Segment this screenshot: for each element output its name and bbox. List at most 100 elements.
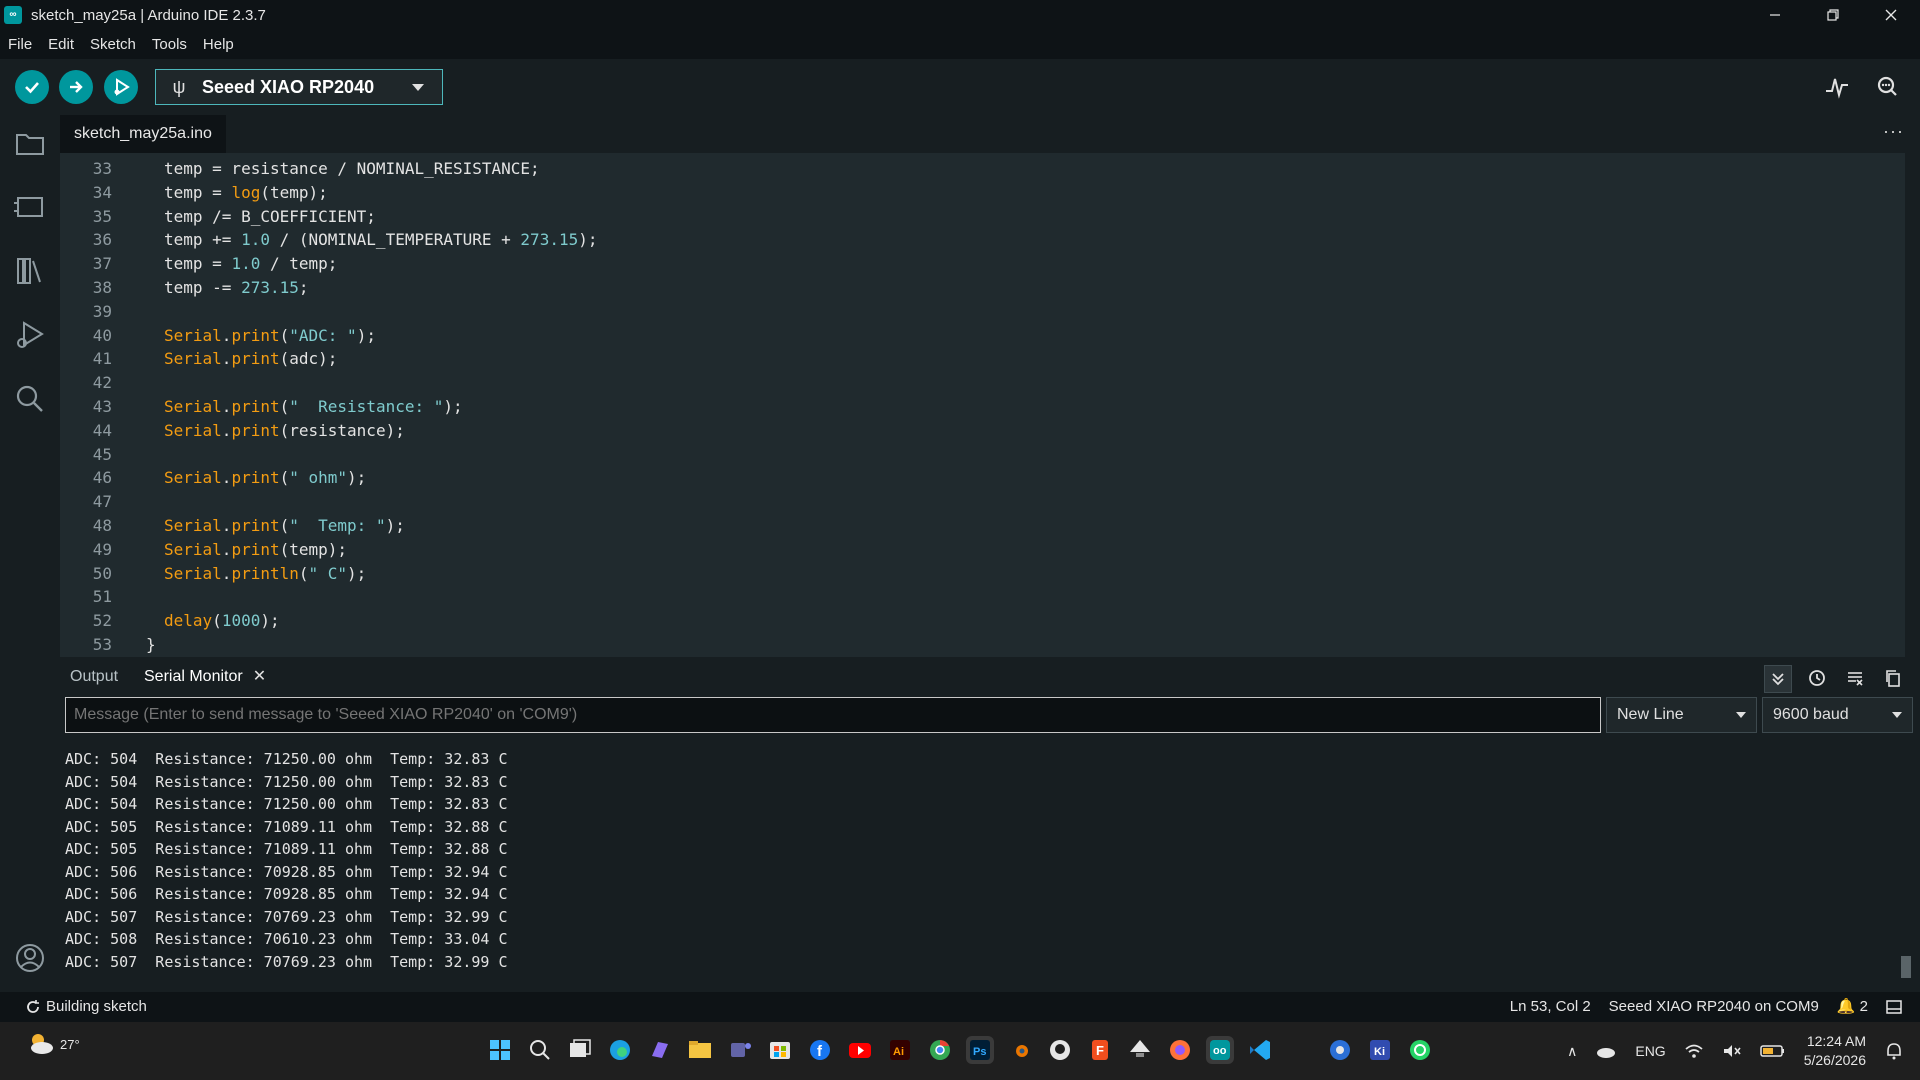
- menu-edit[interactable]: Edit: [40, 36, 82, 53]
- tab-sketch-file[interactable]: sketch_may25a.ino: [60, 115, 226, 153]
- menu-sketch[interactable]: Sketch: [82, 36, 144, 53]
- board-manager-icon[interactable]: [14, 191, 46, 223]
- code-line[interactable]: 46 Serial.print(" ohm");: [60, 466, 1905, 490]
- battery-icon[interactable]: [1759, 1042, 1786, 1060]
- code-line[interactable]: 44 Serial.print(resistance);: [60, 419, 1905, 443]
- code-line[interactable]: 51: [60, 585, 1905, 609]
- verify-button[interactable]: [15, 70, 49, 104]
- tab-serial-monitor[interactable]: Serial Monitor ✕: [136, 657, 275, 699]
- svg-text:F: F: [1096, 1043, 1104, 1058]
- vscode-icon[interactable]: [1246, 1036, 1274, 1064]
- panel-toggle-icon[interactable]: [1886, 999, 1902, 1015]
- code-line[interactable]: 43 Serial.print(" Resistance: ");: [60, 395, 1905, 419]
- upload-button[interactable]: [59, 70, 93, 104]
- wifi-icon[interactable]: [1684, 1042, 1704, 1060]
- chrome-icon[interactable]: [926, 1036, 954, 1064]
- baud-rate-select[interactable]: 9600 baud: [1762, 697, 1913, 733]
- code-line[interactable]: 41 Serial.print(adc);: [60, 347, 1905, 371]
- code-editor[interactable]: 33 temp = resistance / NOMINAL_RESISTANCE…: [60, 153, 1905, 657]
- code-line[interactable]: 37 temp = 1.0 / temp;: [60, 252, 1905, 276]
- inkscape-icon[interactable]: [1126, 1036, 1154, 1064]
- code-line[interactable]: 36 temp += 1.0 / (NOMINAL_TEMPERATURE + 2…: [60, 228, 1905, 252]
- code-line[interactable]: 40 Serial.print("ADC: ");: [60, 324, 1905, 348]
- menu-file[interactable]: File: [0, 36, 40, 53]
- clock[interactable]: 12:24 AM 5/26/2026: [1804, 1032, 1866, 1070]
- start-icon[interactable]: [486, 1036, 514, 1064]
- chevron-up-icon[interactable]: ∧: [1567, 1043, 1577, 1060]
- close-icon[interactable]: ✕: [253, 668, 266, 685]
- code-token: ;: [298, 278, 309, 297]
- search-icon[interactable]: [14, 383, 46, 415]
- code-line[interactable]: 34 temp = log(temp);: [60, 181, 1905, 205]
- code-text: temp = resistance / NOMINAL_RESISTANCE;: [164, 157, 540, 181]
- edge-icon[interactable]: [606, 1036, 634, 1064]
- close-icon[interactable]: [1862, 0, 1920, 30]
- code-line[interactable]: 50 Serial.println(" C");: [60, 562, 1905, 586]
- menu-tools[interactable]: Tools: [144, 36, 195, 53]
- code-line[interactable]: 33 temp = resistance / NOMINAL_RESISTANCE…: [60, 157, 1905, 181]
- clear-output-button[interactable]: [1842, 665, 1868, 691]
- menu-help[interactable]: Help: [195, 36, 242, 53]
- code-line[interactable]: 49 Serial.print(temp);: [60, 538, 1905, 562]
- autoscroll-toggle[interactable]: [1764, 665, 1792, 693]
- code-token: println: [231, 563, 299, 583]
- editor-tab-bar: sketch_may25a.ino ···: [60, 115, 1920, 153]
- code-line[interactable]: 45: [60, 443, 1905, 467]
- debug-icon[interactable]: [14, 319, 46, 351]
- serial-output[interactable]: ADC: 504 Resistance: 71250.00 ohm Temp: …: [60, 740, 1905, 992]
- youtube-icon[interactable]: [846, 1036, 874, 1064]
- menu-bar: File Edit Sketch Tools Help: [0, 30, 1920, 59]
- board-selector[interactable]: ψ Seeed XIAO RP2040: [155, 69, 443, 105]
- edge-dev-icon[interactable]: [1326, 1036, 1354, 1064]
- arduino-icon[interactable]: oo: [1206, 1036, 1234, 1064]
- kicad-icon[interactable]: Ki: [1366, 1036, 1394, 1064]
- board-port-status[interactable]: Seeed XIAO RP2040 on COM9: [1609, 992, 1819, 1022]
- notification-bell-icon[interactable]: [1884, 1041, 1904, 1061]
- code-line[interactable]: 38 temp -= 273.15;: [60, 276, 1905, 300]
- serial-message-input[interactable]: [65, 697, 1601, 733]
- serial-plotter-icon[interactable]: [1824, 73, 1850, 99]
- search-icon[interactable]: [526, 1036, 554, 1064]
- facebook-icon[interactable]: f: [806, 1036, 834, 1064]
- account-icon[interactable]: [14, 942, 46, 974]
- blender-icon[interactable]: [1006, 1036, 1034, 1064]
- debug-button[interactable]: [104, 70, 138, 104]
- folder-icon[interactable]: [14, 127, 46, 159]
- weather-widget[interactable]: 27°: [26, 1030, 80, 1058]
- language-indicator[interactable]: ENG: [1635, 1043, 1665, 1059]
- serial-scrollbar[interactable]: [1901, 956, 1911, 978]
- code-line[interactable]: 52 delay(1000);: [60, 609, 1905, 633]
- code-token: .: [221, 349, 232, 369]
- firefox-icon[interactable]: [1166, 1036, 1194, 1064]
- photoshop-icon[interactable]: Ps: [966, 1036, 994, 1064]
- figma-icon[interactable]: F: [1086, 1036, 1114, 1064]
- code-line[interactable]: 53}: [60, 633, 1905, 657]
- code-line[interactable]: 47: [60, 490, 1905, 514]
- github-icon[interactable]: [1046, 1036, 1074, 1064]
- line-number: 41: [92, 349, 112, 369]
- illustrator-icon[interactable]: Ai: [886, 1036, 914, 1064]
- teams-icon[interactable]: [726, 1036, 754, 1064]
- code-line[interactable]: 42: [60, 371, 1905, 395]
- code-line[interactable]: 35 temp /= B_COEFFICIENT;: [60, 205, 1905, 229]
- task-view-icon[interactable]: [566, 1036, 594, 1064]
- copilot-icon[interactable]: [646, 1036, 674, 1064]
- volume-muted-icon[interactable]: [1722, 1042, 1742, 1060]
- whatsapp-icon[interactable]: [1406, 1036, 1434, 1064]
- more-icon[interactable]: ···: [1883, 121, 1904, 142]
- onedrive-icon[interactable]: [1595, 1042, 1617, 1060]
- notifications[interactable]: 🔔 2: [1837, 992, 1868, 1022]
- code-line[interactable]: 48 Serial.print(" Temp: ");: [60, 514, 1905, 538]
- cursor-position[interactable]: Ln 53, Col 2: [1510, 992, 1591, 1022]
- tab-output[interactable]: Output: [70, 657, 118, 697]
- copy-output-button[interactable]: [1880, 665, 1906, 691]
- file-explorer-icon[interactable]: [686, 1036, 714, 1064]
- timestamp-toggle[interactable]: [1804, 665, 1830, 691]
- code-line[interactable]: 39: [60, 300, 1905, 324]
- minimize-icon[interactable]: [1746, 0, 1804, 30]
- line-ending-select[interactable]: New Line: [1606, 697, 1757, 733]
- restore-icon[interactable]: [1804, 0, 1862, 30]
- store-icon[interactable]: [766, 1036, 794, 1064]
- serial-monitor-icon[interactable]: [1874, 73, 1902, 99]
- library-icon[interactable]: [14, 255, 46, 287]
